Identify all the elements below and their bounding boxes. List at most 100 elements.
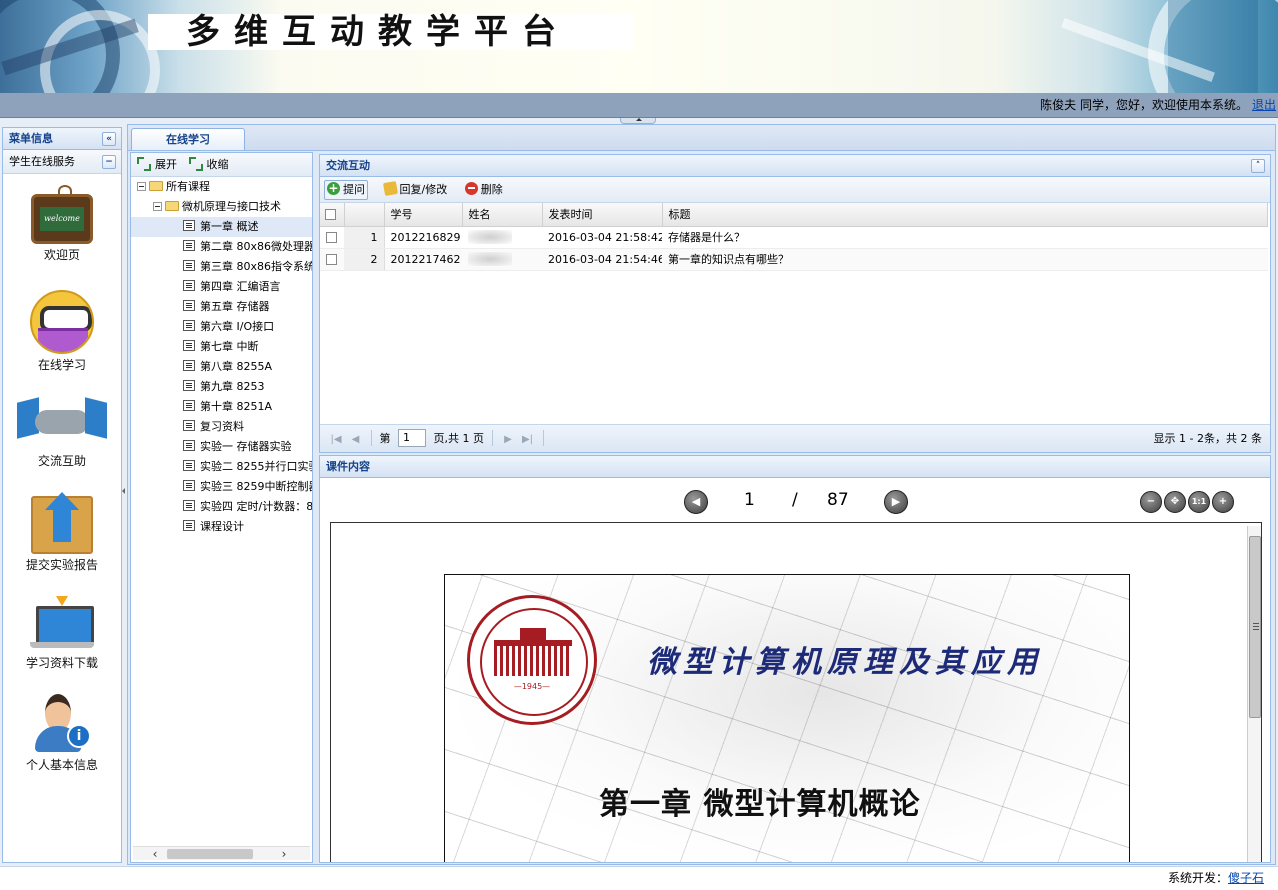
menu-item-label: 个人基本信息 — [25, 758, 98, 772]
next-page-button-icon[interactable]: ▶ — [884, 490, 908, 514]
welcome-bar: 陈俊夫 同学，您好，欢迎使用本系统。 退出 — [0, 93, 1278, 118]
banner-decoration — [1168, 0, 1258, 93]
document-viewer[interactable]: —1945— 微型计算机原理及其应用 第一章 微型计算机概论 — [330, 522, 1262, 862]
prev-page-icon[interactable]: ◀ — [348, 426, 364, 453]
scrollbar-thumb[interactable] — [1249, 536, 1261, 718]
cell-name-blurred — [462, 226, 542, 249]
tree-leaf-chapter[interactable]: 第二章 80x86微处理器 — [131, 237, 312, 257]
collapse-left-icon[interactable]: « — [102, 132, 116, 146]
table-row[interactable]: 2 2012217462 2016-03-04 21:54:46 第一章的知识点有哪些… — [320, 248, 1268, 271]
prev-page-button-icon[interactable]: ◀ — [684, 490, 708, 514]
menu-item-discussion[interactable]: 交流互助 — [3, 394, 121, 469]
menu-item-download[interactable]: 学习资料下载 — [3, 596, 121, 671]
menu-item-label: 学习资料下载 — [25, 656, 98, 670]
row-checkbox[interactable] — [320, 248, 344, 271]
menu-section-header[interactable]: 学生在线服务 − — [3, 150, 121, 174]
tree-node-label: 实验二 8255并行口实验 — [200, 460, 312, 473]
ask-question-button[interactable]: 提问 — [324, 179, 368, 200]
next-page-icon[interactable]: ▶ — [500, 426, 516, 453]
tree-leaf-chapter[interactable]: 第三章 80x86指令系统 — [131, 257, 312, 277]
tree-leaf-chapter[interactable]: 第十章 8251A — [131, 397, 312, 417]
scroll-left-icon[interactable]: ‹ — [149, 848, 161, 860]
document-page: —1945— 微型计算机原理及其应用 第一章 微型计算机概论 — [444, 574, 1130, 862]
courseware-header: 课件内容 — [320, 456, 1270, 478]
tree-leaf-chapter[interactable]: 实验三 8259中断控制器实验 — [131, 477, 312, 497]
menu-item-submit-report[interactable]: 提交实验报告 — [3, 492, 121, 573]
university-seal-logo: —1945— — [467, 595, 597, 725]
column-header-name[interactable]: 姓名 — [462, 203, 543, 227]
tree-horizontal-scrollbar[interactable]: ‹ › — [133, 846, 310, 860]
minus-icon[interactable]: − — [102, 155, 116, 169]
document-leaf-icon — [183, 380, 195, 391]
tree-leaf-chapter[interactable]: 实验四 定时/计数器：8253 — [131, 497, 312, 517]
tree-node-label: 第二章 80x86微处理器 — [200, 240, 312, 253]
tree-node-label: 第三章 80x86指令系统 — [200, 260, 312, 273]
menu-item-profile[interactable]: i 个人基本信息 — [3, 694, 121, 773]
column-header-id[interactable]: 学号 — [384, 203, 463, 227]
collapse-label: 收缩 — [206, 158, 229, 171]
select-all-checkbox[interactable] — [320, 203, 345, 227]
document-leaf-icon — [183, 360, 195, 371]
reply-label: 回复/修改 — [399, 183, 448, 196]
document-chapter: 第一章 微型计算机概论 — [599, 787, 921, 822]
scrollbar-thumb[interactable] — [167, 849, 253, 859]
collapse-all-button[interactable]: 收缩 — [188, 157, 229, 171]
tree-leaf-chapter[interactable]: 第八章 8255A — [131, 357, 312, 377]
actual-size-icon[interactable]: 1:1 — [1188, 491, 1210, 513]
tree-leaf-chapter[interactable]: 第一章 概述 — [131, 217, 312, 237]
expander-icon[interactable] — [137, 182, 146, 191]
row-checkbox[interactable] — [320, 226, 344, 249]
last-page-icon[interactable]: ▶| — [520, 426, 536, 453]
expander-icon[interactable] — [153, 202, 162, 211]
page-number-input[interactable]: 1 — [398, 429, 426, 447]
menu-item-online-study[interactable]: 在线学习 — [3, 290, 121, 373]
menu-item-welcome[interactable]: 欢迎页 — [3, 185, 121, 263]
tree-leaf-chapter[interactable]: 第六章 I/O接口 — [131, 317, 312, 337]
tree-leaf-chapter[interactable]: 第九章 8253 — [131, 377, 312, 397]
scroll-right-icon[interactable]: › — [278, 848, 290, 860]
tree-leaf-chapter[interactable]: 第五章 存储器 — [131, 297, 312, 317]
tree-node-label: 第八章 8255A — [200, 360, 273, 373]
main-tabbar: 在线学习 — [127, 124, 1276, 152]
delete-icon — [464, 182, 478, 195]
menu-section-title: 学生在线服务 — [9, 155, 75, 168]
tree-list: 所有课程 微机原理与接口技术 第一章 概述第二章 80x86微处理器 第三章 80… — [131, 177, 312, 537]
fit-page-icon[interactable]: ✥ — [1164, 491, 1186, 513]
expand-all-button[interactable]: 展开 — [137, 157, 177, 171]
zoom-in-icon[interactable]: + — [1212, 491, 1234, 513]
tree-node-label: 第五章 存储器 — [200, 300, 270, 313]
tree-leaf-chapter[interactable]: 第七章 中断 — [131, 337, 312, 357]
zoom-out-icon[interactable]: − — [1140, 491, 1162, 513]
tree-leaf-chapter[interactable]: 复习资料 — [131, 417, 312, 437]
document-leaf-icon — [183, 280, 195, 291]
menu-item-label: 交流互助 — [37, 454, 86, 468]
folder-open-icon — [149, 181, 163, 191]
collapse-icon — [188, 157, 203, 171]
column-header-time[interactable]: 发表时间 — [542, 203, 663, 227]
logout-link[interactable]: 退出 — [1252, 98, 1276, 112]
pager-separator — [491, 430, 493, 446]
reply-edit-button[interactable]: 回复/修改 — [382, 177, 450, 202]
developer-link[interactable]: 傻子石 — [1228, 871, 1264, 885]
tree-leaf-chapter[interactable]: 课程设计 — [131, 517, 312, 537]
first-page-icon[interactable]: |◀ — [328, 426, 344, 453]
tab-online-study[interactable]: 在线学习 — [131, 128, 245, 152]
pager-separator — [543, 430, 544, 446]
column-header-title[interactable]: 标题 — [662, 203, 1268, 227]
tree-node-label: 第九章 8253 — [200, 380, 265, 393]
delete-button[interactable]: 删除 — [463, 177, 505, 202]
document-vertical-scrollbar[interactable] — [1247, 526, 1261, 862]
tree-node-course[interactable]: 微机原理与接口技术 — [131, 197, 312, 217]
tree-leaf-chapter[interactable]: 实验一 存储器实验 — [131, 437, 312, 457]
menu-item-label: 在线学习 — [37, 358, 86, 372]
tree-leaf-chapter[interactable]: 实验二 8255并行口实验 — [131, 457, 312, 477]
tree-leaf-chapter[interactable]: 第四章 汇编语言 — [131, 277, 312, 297]
chapter-list: 第一章 概述第二章 80x86微处理器 第三章 80x86指令系统第四章 汇编语言… — [131, 217, 312, 537]
current-page: 1 — [744, 490, 755, 510]
table-row[interactable]: 1 2012216829 2016-03-04 21:58:42 存储器是什么？ — [320, 226, 1268, 249]
cell-time: 2016-03-04 21:58:42 — [542, 226, 662, 249]
tree-node-root[interactable]: 所有课程 — [131, 177, 312, 197]
expand-label: 展开 — [155, 158, 177, 171]
collapse-up-icon[interactable]: ˄ — [1251, 159, 1265, 173]
app-title: 多维互动教学平台 — [148, 14, 634, 50]
